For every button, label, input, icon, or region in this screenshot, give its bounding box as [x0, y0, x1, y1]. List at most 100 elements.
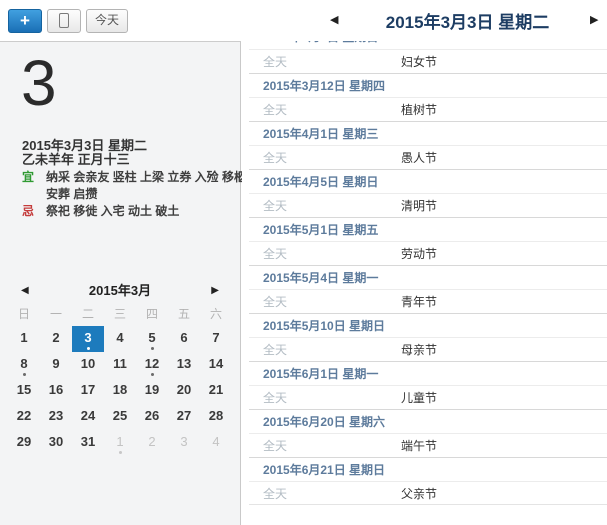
- event-row[interactable]: 全天妇女节: [249, 49, 607, 73]
- event-row[interactable]: 全天愚人节: [249, 145, 607, 169]
- mini-day-cell[interactable]: 7: [200, 326, 232, 352]
- mini-calendar: ◀ 2015年3月 ▶ 日一二三四五六 12345678910111213141…: [8, 280, 232, 456]
- almanac-avoid-row: 忌 祭祀 移徙 入宅 动土 破土: [22, 203, 228, 220]
- mini-day-cell[interactable]: 18: [104, 378, 136, 404]
- event-title: 青年节: [401, 290, 437, 313]
- page-title: 2015年3月3日 星期二: [355, 8, 580, 33]
- event-title: 劳动节: [401, 242, 437, 265]
- mini-day-cell[interactable]: 2: [40, 326, 72, 352]
- mini-day-cell[interactable]: 17: [72, 378, 104, 404]
- mini-day-cell[interactable]: 20: [168, 378, 200, 404]
- all-day-label: 全天: [249, 194, 401, 217]
- all-day-label: 全天: [249, 290, 401, 313]
- mini-day-cell[interactable]: 12: [136, 352, 168, 378]
- mini-day-cell[interactable]: 13: [168, 352, 200, 378]
- mini-day-cell[interactable]: 25: [104, 404, 136, 430]
- mini-day-cell[interactable]: 16: [40, 378, 72, 404]
- mini-day-cell[interactable]: 5: [136, 326, 168, 352]
- mini-day-cell[interactable]: 27: [168, 404, 200, 430]
- suitable-terms-line1: 纳采 会亲友 竖柱 上梁 立券 入殓 移柩: [46, 169, 246, 186]
- event-date-header: 2015年4月1日 星期三: [249, 121, 607, 145]
- event-dot: [87, 347, 90, 350]
- mini-day-cell[interactable]: 15: [8, 378, 40, 404]
- event-date-header: 2015年3月8日 星期日: [249, 41, 607, 49]
- mini-day-cell[interactable]: 4: [200, 430, 232, 456]
- mini-day-cell[interactable]: 14: [200, 352, 232, 378]
- avoid-terms: 祭祀 移徙 入宅 动土 破土: [46, 203, 179, 220]
- event-date-header: 2015年6月1日 星期一: [249, 361, 607, 385]
- mini-day-cell[interactable]: 10: [72, 352, 104, 378]
- event-row[interactable]: 全天儿童节: [249, 385, 607, 409]
- mini-day-cell[interactable]: 9: [40, 352, 72, 378]
- today-button[interactable]: 今天: [86, 9, 128, 33]
- weekday-label: 四: [136, 304, 168, 324]
- all-day-label: 全天: [249, 482, 401, 504]
- weekday-label: 五: [168, 304, 200, 324]
- event-panel: 2015年3月8日 星期日全天妇女节2015年3月12日 星期四全天植树节201…: [242, 41, 607, 525]
- toolbar: + 今天 ◀ 2015年3月3日 星期二 ▶: [0, 0, 607, 41]
- mini-day-cell[interactable]: 28: [200, 404, 232, 430]
- weekday-label: 一: [40, 304, 72, 324]
- all-day-label: 全天: [249, 338, 401, 361]
- event-row[interactable]: 全天端午节: [249, 433, 607, 457]
- mini-calendar-week: 2930311234: [8, 430, 232, 456]
- big-day-number: 3: [21, 50, 57, 117]
- event-row[interactable]: 全天父亲节: [249, 481, 607, 505]
- weekday-label: 二: [72, 304, 104, 324]
- all-day-label: 全天: [249, 434, 401, 457]
- event-title: 母亲节: [401, 338, 437, 361]
- event-row[interactable]: 全天母亲节: [249, 337, 607, 361]
- add-event-button[interactable]: +: [8, 9, 42, 33]
- mini-calendar-week: 22232425262728: [8, 404, 232, 430]
- mini-day-cell[interactable]: 4: [104, 326, 136, 352]
- mini-prev-month-button[interactable]: ◀: [21, 280, 29, 301]
- mini-day-cell[interactable]: 1: [104, 430, 136, 456]
- mini-calendar-week: 1234567: [8, 326, 232, 352]
- event-dot: [151, 347, 154, 350]
- event-row[interactable]: 全天劳动节: [249, 241, 607, 265]
- avoid-label: 忌: [22, 203, 46, 220]
- suitable-label: 宜: [22, 169, 46, 203]
- all-day-label: 全天: [249, 98, 401, 121]
- view-mode-button[interactable]: [47, 9, 81, 33]
- mini-day-cell[interactable]: 26: [136, 404, 168, 430]
- event-date-header: 2015年5月1日 星期五: [249, 217, 607, 241]
- mini-day-cell[interactable]: 24: [72, 404, 104, 430]
- mini-day-cell[interactable]: 1: [8, 326, 40, 352]
- mini-day-cell[interactable]: 21: [200, 378, 232, 404]
- mini-next-month-button[interactable]: ▶: [211, 280, 219, 301]
- event-date-header: 2015年3月12日 星期四: [249, 73, 607, 97]
- mini-day-cell[interactable]: 30: [40, 430, 72, 456]
- lunar-date-line: 乙未羊年 正月十三: [22, 149, 130, 168]
- event-title: 清明节: [401, 194, 437, 217]
- mini-day-cell-selected[interactable]: 3: [72, 326, 104, 352]
- event-date-header: 2015年6月21日 星期日: [249, 457, 607, 481]
- event-title: 植树节: [401, 98, 437, 121]
- mini-day-cell[interactable]: 6: [168, 326, 200, 352]
- mini-day-cell[interactable]: 31: [72, 430, 104, 456]
- event-row[interactable]: 全天青年节: [249, 289, 607, 313]
- mini-calendar-week: 891011121314: [8, 352, 232, 378]
- mini-day-cell[interactable]: 2: [136, 430, 168, 456]
- mini-day-cell[interactable]: 23: [40, 404, 72, 430]
- mini-day-cell[interactable]: 8: [8, 352, 40, 378]
- event-date-header: 2015年5月10日 星期日: [249, 313, 607, 337]
- event-row[interactable]: 全天清明节: [249, 193, 607, 217]
- event-dot: [23, 373, 26, 376]
- mini-day-cell[interactable]: 22: [8, 404, 40, 430]
- all-day-label: 全天: [249, 50, 401, 73]
- event-title: 愚人节: [401, 146, 437, 169]
- mini-day-cell[interactable]: 11: [104, 352, 136, 378]
- event-row[interactable]: 全天植树节: [249, 97, 607, 121]
- weekday-label: 日: [8, 304, 40, 324]
- mini-day-cell[interactable]: 3: [168, 430, 200, 456]
- mini-day-cell[interactable]: 29: [8, 430, 40, 456]
- weekday-label: 六: [200, 304, 232, 324]
- mini-day-cell[interactable]: 19: [136, 378, 168, 404]
- suitable-terms-line2: 安葬 启攒: [46, 186, 246, 203]
- almanac-block: 宜 纳采 会亲友 竖柱 上梁 立券 入殓 移柩 安葬 启攒 忌 祭祀 移徙 入宅…: [22, 169, 228, 220]
- event-title: 儿童节: [401, 386, 437, 409]
- prev-day-button[interactable]: ◀: [330, 13, 338, 27]
- next-day-button[interactable]: ▶: [590, 13, 598, 27]
- mini-calendar-header: ◀ 2015年3月 ▶: [8, 280, 232, 301]
